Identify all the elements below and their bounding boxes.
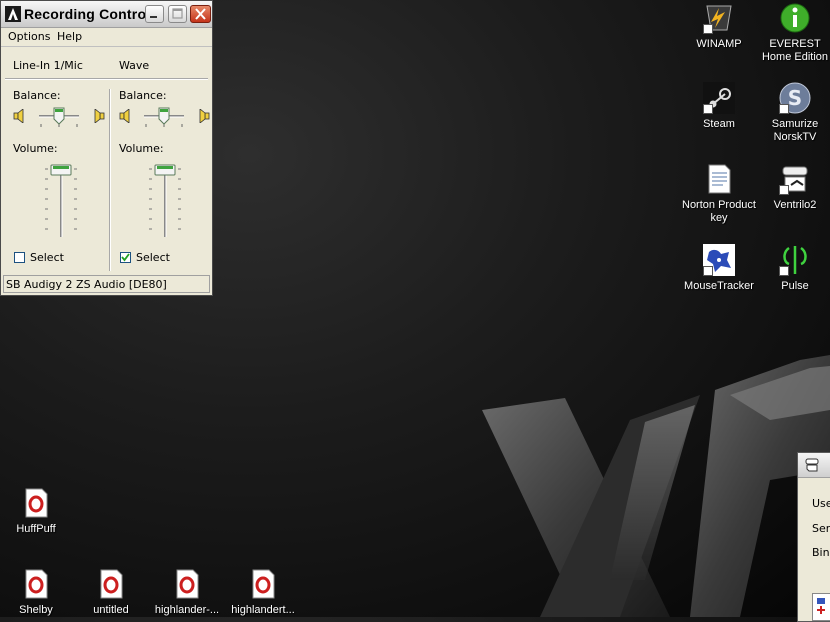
pulse-icon — [779, 244, 811, 276]
desktop-icon-steam[interactable]: Steam — [681, 82, 757, 131]
minimize-icon — [150, 16, 157, 18]
maximize-icon — [172, 8, 183, 19]
close-icon — [195, 8, 206, 20]
samurize-icon: S — [779, 82, 811, 114]
desktop-icon-everest[interactable]: EVEREST Home Edition — [757, 2, 830, 64]
minimize-button[interactable] — [145, 5, 164, 23]
opera-file-icon — [20, 487, 52, 519]
menu-help[interactable]: Help — [57, 30, 82, 43]
channel-name-wave: Wave — [119, 59, 150, 72]
maximize-button[interactable] — [168, 5, 187, 23]
desktop-icon-label: highlander-... — [154, 604, 220, 616]
desktop-icon-label: Ventrilo2 — [773, 199, 817, 211]
desktop-icon-label: Samurize NorskTV — [771, 118, 819, 143]
desktop-icon-pulse[interactable]: Pulse — [757, 244, 830, 293]
desktop-icon-highlander-2[interactable]: highlandert... — [225, 568, 301, 617]
header-divider — [5, 78, 208, 80]
status-bar: SB Audigy 2 ZS Audio [DE80] — [3, 275, 210, 293]
winamp-icon — [703, 2, 735, 34]
desktop-icon-label: EVEREST Home Edition — [761, 38, 829, 63]
desktop-icon-mousetracker[interactable]: MouseTracker — [681, 244, 757, 293]
speaker-left-icon — [13, 109, 24, 123]
balance-label: Balance: — [13, 89, 61, 102]
speaker-left-icon — [119, 109, 130, 123]
mousetracker-icon — [703, 244, 735, 276]
ventrilo-icon — [805, 458, 819, 472]
balance-slider-wave[interactable] — [142, 106, 186, 128]
select-label-line-in: Select — [30, 251, 64, 264]
opera-file-icon — [20, 568, 52, 600]
partial-window-row: Use — [812, 497, 830, 510]
desktop-icon-norton-product-key[interactable]: Norton Product key — [681, 163, 757, 225]
desktop-icon-huffpuff[interactable]: HuffPuff — [0, 487, 74, 536]
desktop-icon-label: highlandert... — [231, 604, 295, 616]
desktop-icon-label: WINAMP — [696, 38, 742, 50]
desktop-icon-winamp[interactable]: WINAMP — [681, 2, 757, 51]
partial-window-row: Serv — [812, 522, 830, 535]
speaker-right-icon — [94, 109, 105, 123]
volume-slider-line-in[interactable] — [44, 161, 78, 239]
channel-divider — [109, 89, 111, 271]
checkmark-icon — [121, 253, 130, 262]
ventrilo-icon — [779, 163, 811, 195]
partial-window-row: Bind — [812, 546, 830, 559]
speaker-right-icon — [199, 109, 210, 123]
menu-bar: Options Help — [1, 28, 212, 47]
select-label-wave: Select — [136, 251, 170, 264]
balance-slider-line-in[interactable] — [37, 106, 81, 128]
volume-slider-wave[interactable] — [148, 161, 182, 239]
xp-wallpaper-logo — [482, 355, 830, 617]
user-icon — [817, 598, 825, 614]
partial-window-title-bar[interactable] — [798, 453, 830, 478]
desktop-icon-label: MouseTracker — [684, 280, 754, 292]
volume-label: Volume: — [119, 142, 164, 155]
everest-icon — [779, 2, 811, 34]
desktop-icon-label: Shelby — [19, 604, 53, 616]
desktop-icon-ventrilo[interactable]: Ventrilo2 — [757, 163, 830, 212]
opera-file-icon — [247, 568, 279, 600]
desktop-icon-label: Norton Product key — [682, 199, 756, 224]
desktop-icon-label: untitled — [93, 604, 129, 616]
desktop-icon-samurize[interactable]: S Samurize NorskTV — [757, 82, 830, 144]
desktop-icon-untitled[interactable]: untitled — [73, 568, 149, 617]
svg-text:S: S — [788, 86, 802, 110]
recording-control-window: Recording Control Options Help Line-In 1… — [0, 0, 213, 296]
volume-app-icon — [5, 6, 21, 22]
select-checkbox-line-in[interactable] — [14, 252, 25, 263]
channel-name-line-in: Line-In 1/Mic — [13, 59, 83, 72]
desktop-icon-label: Steam — [703, 118, 735, 130]
desktop-icon-shelby[interactable]: Shelby — [0, 568, 74, 617]
steam-icon — [703, 82, 735, 114]
partial-window[interactable]: Use Serv Bind — [797, 452, 830, 622]
opera-file-icon — [95, 568, 127, 600]
text-file-icon — [703, 163, 735, 195]
select-checkbox-wave[interactable] — [120, 252, 131, 263]
desktop-icon-label: Pulse — [781, 280, 809, 292]
close-button[interactable] — [190, 5, 211, 23]
menu-options[interactable]: Options — [8, 30, 50, 43]
opera-file-icon — [171, 568, 203, 600]
desktop-icon-highlander-1[interactable]: highlander-... — [149, 568, 225, 617]
title-bar[interactable]: Recording Control — [1, 1, 212, 28]
window-title: Recording Control — [24, 6, 151, 22]
desktop-icon-label: HuffPuff — [16, 523, 56, 535]
balance-label: Balance: — [119, 89, 167, 102]
volume-label: Volume: — [13, 142, 58, 155]
